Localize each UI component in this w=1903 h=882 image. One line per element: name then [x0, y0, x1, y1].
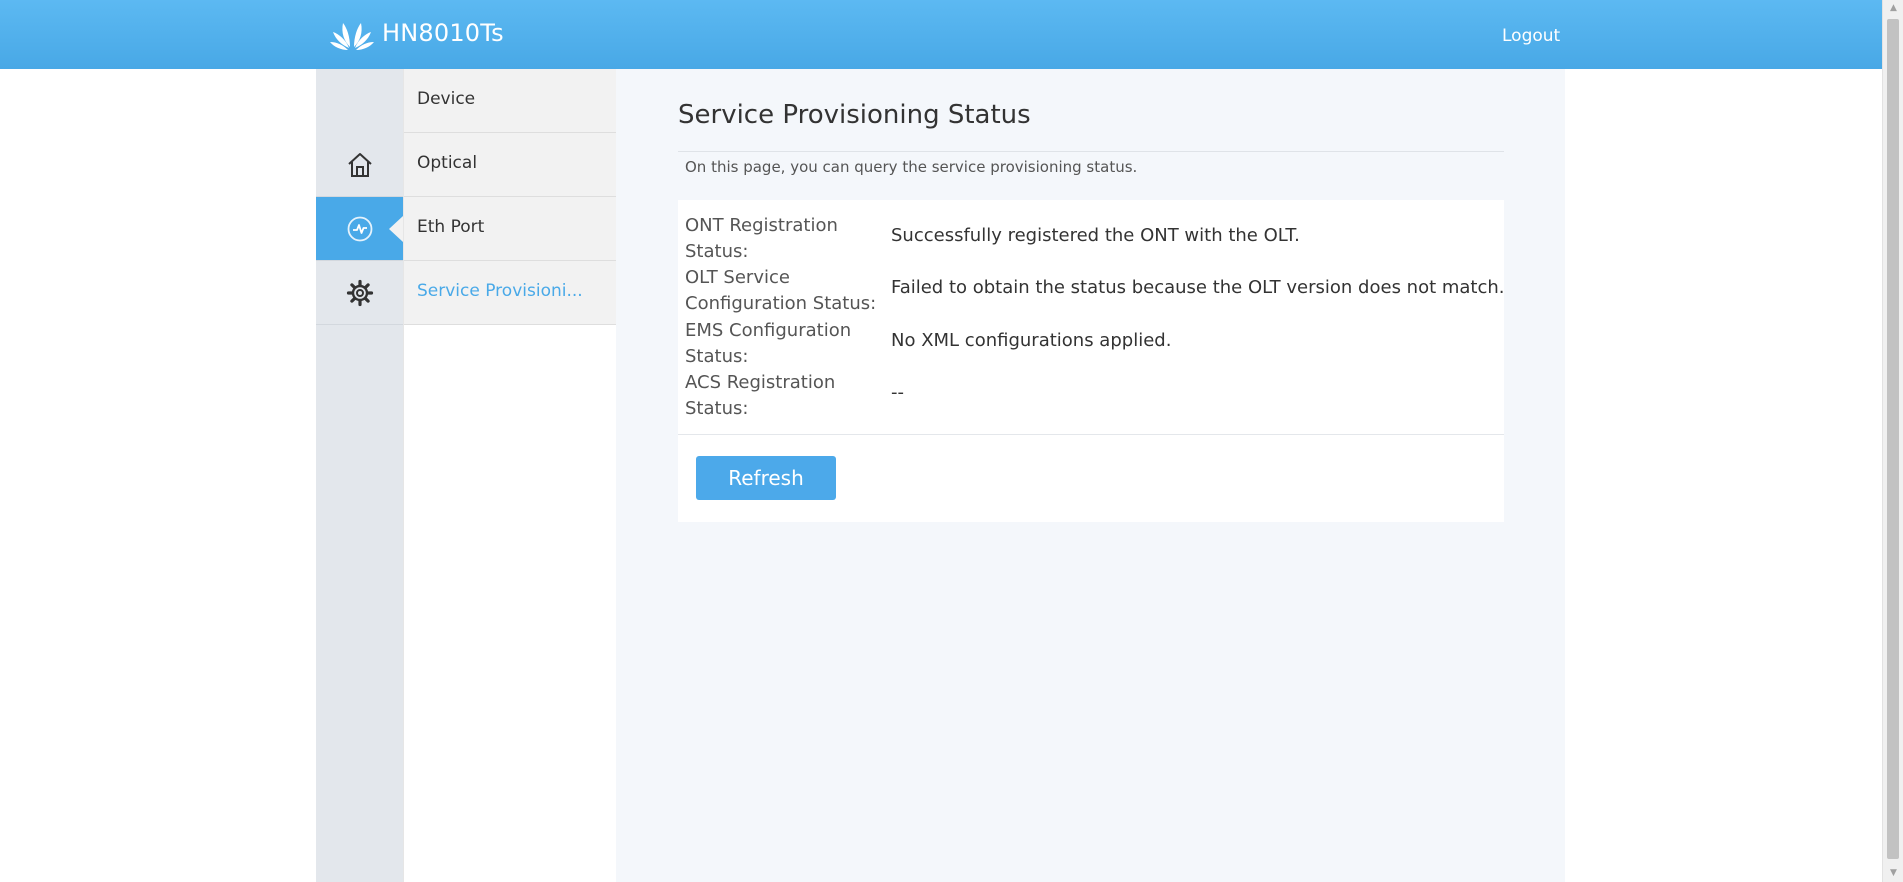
scroll-up-arrow-icon[interactable]: ▲ — [1883, 0, 1903, 17]
status-row: ACS Registration Status: -- — [678, 370, 1504, 422]
submenu-item-optical[interactable]: Optical — [404, 133, 617, 197]
panel-divider — [678, 434, 1504, 435]
scrollbar-thumb[interactable] — [1887, 19, 1899, 859]
status-panel: ONT Registration Status: Successfully re… — [678, 200, 1505, 522]
title-divider — [678, 151, 1504, 152]
status-value: No XML configurations applied. — [891, 330, 1172, 351]
submenu-item-device[interactable]: Device — [404, 69, 617, 133]
submenu-item-label: Eth Port — [417, 217, 485, 237]
gear-icon — [346, 279, 373, 306]
status-label: ONT Registration Status: — [685, 215, 838, 262]
status-label: EMS Configuration Status: — [685, 320, 852, 367]
status-icon — [347, 216, 372, 241]
submenu-item-eth-port[interactable]: Eth Port — [404, 197, 617, 261]
page-description: On this page, you can query the service … — [685, 158, 1138, 176]
nav-home[interactable] — [316, 133, 403, 197]
status-label: ACS Registration Status: — [685, 372, 836, 419]
logout-link[interactable]: Logout — [1502, 26, 1560, 46]
status-value: Successfully registered the ONT with the… — [891, 225, 1300, 246]
huawei-logo-icon — [330, 23, 374, 50]
status-value: -- — [891, 382, 904, 403]
main-content: Service Provisioning Status On this page… — [616, 69, 1565, 882]
top-header-bar: HN8010Ts Logout — [0, 0, 1882, 69]
status-row: ONT Registration Status: Successfully re… — [678, 213, 1504, 265]
home-icon — [347, 152, 372, 177]
nav-settings[interactable] — [316, 261, 403, 325]
submenu-item-label: Device — [417, 89, 476, 109]
nav-status[interactable] — [316, 197, 403, 261]
submenu-item-service-provisioning[interactable]: Service Provisioni... — [404, 261, 617, 325]
submenu-item-label: Service Provisioni... — [417, 281, 583, 301]
scroll-down-arrow-icon[interactable]: ▼ — [1883, 865, 1903, 882]
status-row: EMS Configuration Status: No XML configu… — [678, 318, 1504, 370]
icon-nav-bar — [316, 69, 403, 882]
page-title: Service Provisioning Status — [678, 100, 1031, 130]
refresh-button[interactable]: Refresh — [696, 456, 836, 500]
submenu-panel: Device Optical Eth Port Service Provisio… — [403, 69, 617, 882]
status-value: Failed to obtain the status because the … — [891, 277, 1505, 298]
status-row: OLT Service Configuration Status: Failed… — [678, 265, 1505, 317]
product-name: HN8010Ts — [382, 19, 504, 47]
active-pointer — [389, 215, 403, 242]
vertical-scrollbar[interactable]: ▲ ▼ — [1882, 0, 1903, 882]
status-label: OLT Service Configuration Status: — [685, 267, 877, 314]
submenu-item-label: Optical — [417, 153, 478, 173]
